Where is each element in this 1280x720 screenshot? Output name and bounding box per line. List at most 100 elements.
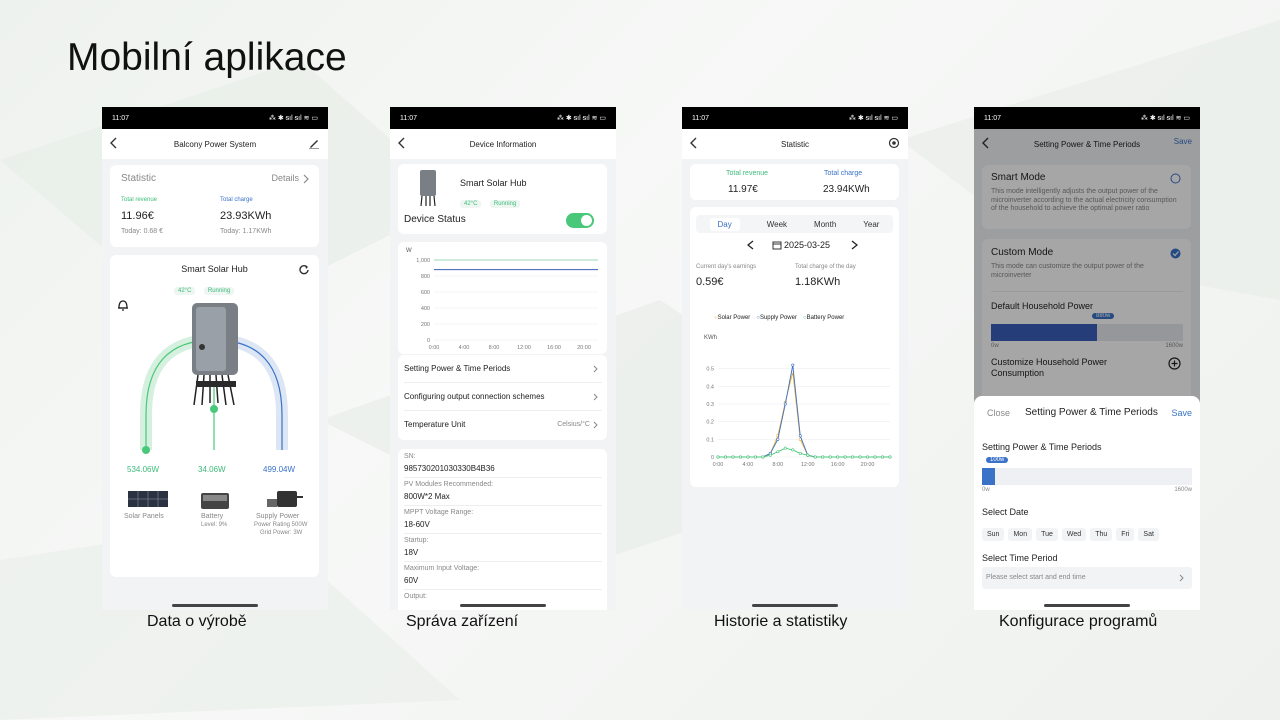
x-tick-label: 20:00 [577,345,591,351]
power-chart: W 1,000 800 600 400 200 00:00 4:00 8:00 12:00 16:… [406,248,598,351]
screen-title: Statistic [780,139,809,149]
time-placeholder: Please select start and end time [986,574,1086,581]
chevron-right-icon [593,421,598,429]
day-fri[interactable]: Fri [1116,528,1135,541]
y-tick-label: 1,000 [416,258,430,264]
charge-today: Today: 1.17KWh [220,228,272,235]
statistic-label: Statistic [121,173,157,184]
day-mon[interactable]: Mon [1008,528,1033,541]
device-status-toggle[interactable] [566,213,594,228]
data-point [791,448,795,452]
menu-label: Setting Power & Time Periods [404,364,511,373]
data-point [753,455,757,459]
x-tick-label: 16:00 [831,462,845,468]
supply-sub: Power Rating 500W [254,522,308,528]
data-point [716,455,720,459]
prev-date-icon[interactable] [747,240,754,250]
status-time: 11:07 [400,114,417,122]
power-chart-card: W 1,000 800 600 400 200 0 0:00 4:00 8:00 12:00 16:… [398,242,607,354]
time-period-field[interactable]: Please select start and end time [982,567,1192,589]
flow-solar-value: 534.06W [127,465,160,474]
tab-month[interactable]: Month [814,220,836,229]
day-thu[interactable]: Thu [1090,528,1113,541]
sheet-save-button[interactable]: Save [1171,408,1192,418]
device-card: Smart Solar Hub 42°C Running Device Stat… [398,164,607,234]
legend-solar: ○Solar Power [714,315,751,321]
phone-statistics: 11:07 ⁂ ✱ ᵴıl ᵴıl ≋ ▭ Statistic Total re… [682,107,908,610]
data-point [813,455,817,459]
menu-power-periods[interactable]: Setting Power & Time Periods [404,355,602,383]
data-point [843,455,847,459]
next-date-icon[interactable] [851,240,858,250]
y-tick-label: 0.2 [706,420,714,426]
back-icon[interactable] [398,137,406,149]
menu-temperature-unit[interactable]: Temperature Unit Celsius/°C [404,411,602,439]
output-label: Output: [404,593,427,600]
home-indicator [1044,604,1130,607]
maxv-value: 60V [404,576,419,585]
details-link[interactable]: Details [271,173,299,183]
y-tick-label: 200 [421,322,430,328]
refresh-icon[interactable] [298,264,309,275]
state-chip: Running [489,200,521,208]
home-indicator [460,604,546,607]
startup-label: Startup: [404,537,429,544]
sheet-close-button[interactable]: Close [987,408,1010,418]
day-wed[interactable]: Wed [1061,528,1087,541]
chevron-right-icon [593,393,598,401]
mppt-label: MPPT Voltage Range: [404,509,474,516]
status-time: 11:07 [112,114,129,122]
flow-battery-value: 34.06W [198,465,226,474]
charge-label: Total charge [220,197,253,203]
tab-year[interactable]: Year [863,220,879,229]
revenue-label: Total revenue [121,197,158,203]
menu-label: Configuring output connection schemes [404,392,545,401]
y-tick-label: 0.4 [706,384,714,390]
tab-week[interactable]: Week [767,220,787,229]
select-date-label: Select Date [982,507,1029,517]
period-tabs: Day Week Month Year [696,215,893,233]
day-sun[interactable]: Sun [982,528,1005,541]
settings-icon[interactable] [888,137,900,149]
x-tick-label: 12:00 [801,462,815,468]
data-point [858,455,862,459]
data-point [768,453,772,457]
edit-icon[interactable] [308,137,320,149]
sn-label: SN: [404,453,416,460]
back-icon[interactable] [690,137,698,149]
status-bar: 11:07 ⁂ ✱ ᵴıl ᵴıl ≋ ▭ [390,107,616,129]
day-sat[interactable]: Sat [1138,528,1159,541]
supply-label: Supply Power [256,513,300,520]
revenue-today: Today: 0.68 € [121,228,164,235]
data-point [783,402,787,406]
temp-chip: 42°C [174,287,196,295]
status-time: 11:07 [984,114,1001,122]
revenue-value: 11.96€ [121,210,154,222]
startup-value: 18V [404,548,419,557]
back-icon[interactable] [110,137,118,149]
statistic-card[interactable]: Statistic Details Total revenue 11.96€ T… [110,165,319,247]
day-tue[interactable]: Tue [1036,528,1058,541]
selected-date[interactable]: 2025-03-25 [784,240,830,250]
sheet-power-slider[interactable] [982,468,1192,485]
status-icons: ⁂ ✱ ᵴıl ᵴıl ≋ ▭ [268,115,318,122]
earn-label: Current day's earnings [696,264,757,270]
sheet-section-label: Setting Power & Time Periods [982,442,1102,452]
caption-statistics: Historie a statistiky [714,613,848,630]
x-tick-label: 0:00 [429,345,440,351]
app-bar: Balcony Power System [102,129,328,159]
slide-title: Mobilní aplikace [67,36,347,79]
calendar-icon[interactable] [772,240,782,250]
y-tick-label: 0.5 [706,367,714,373]
daycharge-label: Total charge of the day [795,264,856,270]
mppt-value: 18-60V [404,520,430,529]
y-tick-label: 0.3 [706,402,714,408]
device-name: Smart Solar Hub [460,178,527,188]
status-icons: ⁂ ✱ ᵴıl ᵴıl ≋ ▭ [1140,115,1190,122]
modal-overlay[interactable] [974,129,1200,417]
x-tick-label: 0:00 [713,462,724,468]
charge-value: 23.94KWh [823,184,870,195]
phone-production: 11:07 ⁂ ✱ ᵴıl ᵴıl ≋ ▭ Balcony Power Syst… [102,107,328,610]
menu-output-schemes[interactable]: Configuring output connection schemes [404,383,602,411]
tab-day[interactable]: Day [709,217,740,231]
